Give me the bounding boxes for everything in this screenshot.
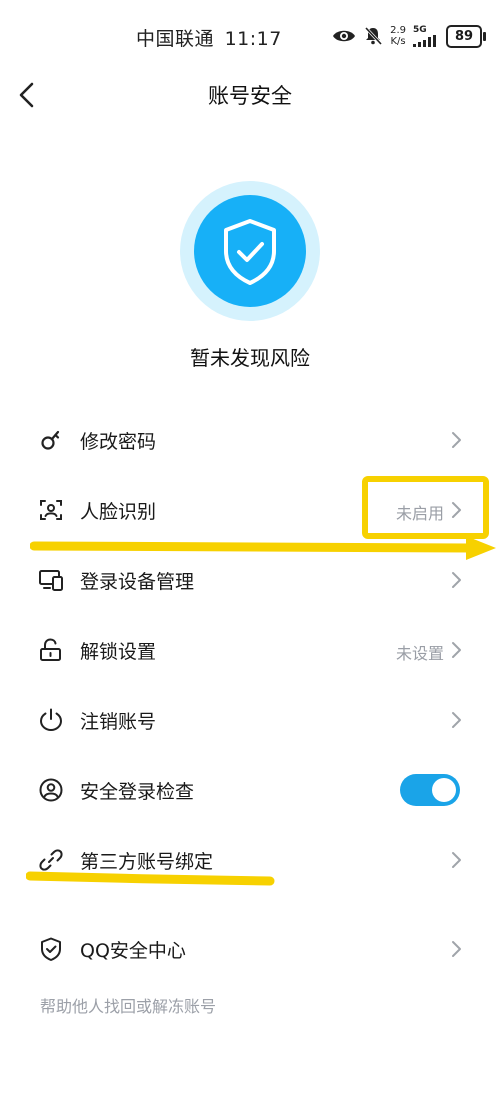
unlock-settings-status: 未设置 (395, 644, 444, 663)
carrier-name: 中国联通 (136, 28, 215, 50)
status-icons: 2.9 K/s 5G 89 (332, 22, 486, 50)
toggle-knob (432, 778, 456, 802)
chevron-right-icon (452, 502, 461, 518)
face-recognition-status: 未启用 (395, 504, 444, 523)
shield-icon (41, 937, 61, 961)
secure-login-toggle[interactable] (400, 774, 460, 806)
user-circle-icon (39, 778, 63, 802)
security-menu: 修改密码 人脸识别 未启用 登录设备管理 解锁设置 未设置 注销账号 安全登录检… (0, 405, 500, 984)
chevron-right-icon (452, 432, 461, 448)
shield-circle (194, 195, 306, 307)
help-recover-account-link[interactable]: 帮助他人找回或解冻账号 (40, 993, 216, 1017)
menu-item-label: 注销账号 (80, 711, 157, 733)
power-icon (39, 708, 63, 732)
menu-item-label: QQ安全中心 (80, 940, 186, 962)
battery-indicator: 89 (446, 24, 486, 48)
menu-item-label: 修改密码 (80, 431, 157, 453)
security-status-badge (180, 181, 320, 321)
menu-item-unlock-settings[interactable]: 解锁设置 未设置 (0, 615, 500, 685)
menu-item-face-recognition[interactable]: 人脸识别 未启用 (0, 475, 500, 545)
face-scan-icon (40, 500, 62, 520)
devices-icon (39, 570, 63, 591)
network-indicator: 5G (413, 25, 439, 47)
menu-item-secure-login-check: 安全登录检查 (0, 755, 500, 825)
speed-unit: K/s (390, 36, 406, 47)
network-type: 5G (413, 25, 427, 35)
key-icon (41, 430, 60, 450)
status-bar: 中国联通 11:17 2.9 K/s 5G 89 (0, 0, 500, 72)
eye-icon (333, 30, 356, 42)
menu-item-third-party-binding[interactable]: 第三方账号绑定 (0, 825, 500, 895)
risk-status-text: 暂未发现风险 (190, 346, 310, 370)
link-icon (39, 849, 63, 871)
chevron-right-icon (452, 712, 461, 728)
page-title: 账号安全 (208, 84, 292, 108)
speed-value: 2.9 (390, 25, 406, 36)
menu-item-label: 安全登录检查 (80, 781, 195, 803)
menu-item-label: 解锁设置 (80, 641, 157, 663)
chevron-right-icon (452, 642, 461, 658)
chevron-right-icon (452, 941, 461, 957)
unlock-icon (40, 638, 61, 661)
menu-item-change-password[interactable]: 修改密码 (0, 405, 500, 475)
nav-bar: 账号安全 (0, 72, 500, 118)
shield-check-icon (224, 219, 276, 285)
status-carrier-time: 中国联通 11:17 (136, 24, 282, 51)
signal-icon (413, 35, 436, 47)
chevron-right-icon (452, 572, 461, 588)
clock: 11:17 (224, 28, 282, 50)
menu-item-label: 登录设备管理 (80, 571, 195, 593)
menu-item-device-management[interactable]: 登录设备管理 (0, 545, 500, 615)
mute-bell-icon (364, 26, 383, 46)
menu-item-deactivate-account[interactable]: 注销账号 (0, 685, 500, 755)
network-speed: 2.9 K/s (390, 25, 406, 47)
menu-item-label: 第三方账号绑定 (80, 851, 214, 873)
menu-item-qq-security-center[interactable]: QQ安全中心 (0, 914, 500, 984)
menu-item-label: 人脸识别 (80, 501, 157, 523)
chevron-right-icon (452, 852, 461, 868)
